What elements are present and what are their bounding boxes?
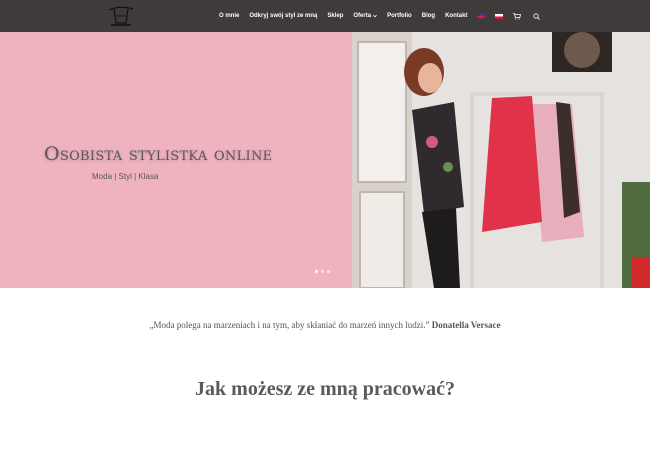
chevron-down-icon [373,14,377,18]
flag-pl-icon[interactable] [495,13,504,19]
nav-item-oferta-label: Oferta [353,13,372,19]
slider-pagination [315,270,333,273]
quote-block: „Moda polega na marzeniach i na tym, aby… [0,320,650,330]
search-icon[interactable] [533,12,541,20]
site-header: O mnie Odkryj swój styl ze mną Sklep Ofe… [0,0,650,32]
slider-dot[interactable] [315,270,318,273]
section-heading: Jak możesz ze mną pracować? [195,378,455,400]
cart-icon[interactable] [513,12,522,20]
slider-dot[interactable] [327,270,330,273]
nav-item-oferta[interactable]: Oferta [353,13,377,19]
main-nav: O mnie Odkryj swój styl ze mną Sklep Ofe… [219,0,552,32]
slider-dot[interactable] [321,270,324,273]
quote-text: „Moda polega na marzeniach i na tym, aby… [149,320,430,330]
hero-photo [352,32,650,288]
nav-item-kontakt[interactable]: Kontakt [445,13,467,19]
logo-icon[interactable] [106,4,136,28]
nav-item-o-mnie[interactable]: O mnie [219,13,239,19]
hero-subtitle: Moda | Styl | Klasa [92,172,159,181]
quote-author: Donatella Versace [431,320,501,330]
nav-item-odkryj-styl[interactable]: Odkryj swój styl ze mną [249,13,317,19]
nav-item-portfolio[interactable]: Portfolio [387,13,412,19]
nav-item-sklep[interactable]: Sklep [327,13,343,19]
flag-uk-icon[interactable] [477,13,486,19]
nav-item-blog[interactable]: Blog [422,13,435,19]
hero-title: Osobista stylistka online [44,143,273,165]
hero-slider: Osobista stylistka online Moda | Styl | … [0,32,650,288]
